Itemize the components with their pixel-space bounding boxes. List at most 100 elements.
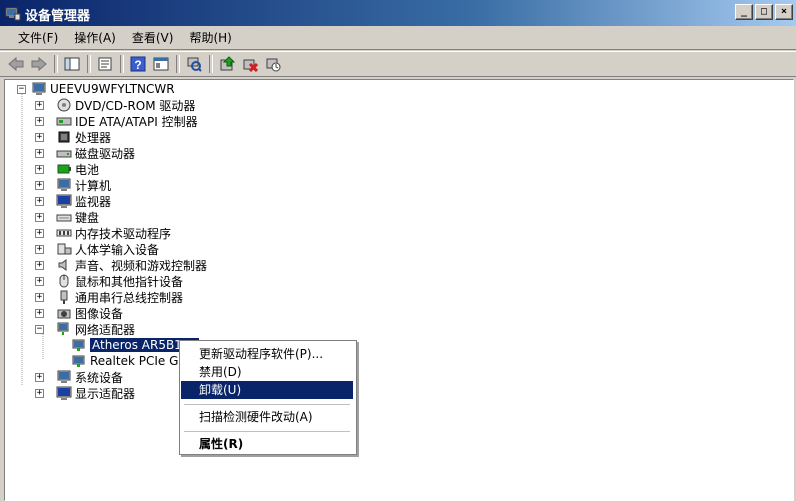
scan-hardware-icon[interactable] [184, 55, 204, 73]
menu-separator [184, 404, 350, 405]
tree-item[interactable]: 电池 [56, 161, 99, 177]
expand-toggle[interactable]: + [35, 293, 44, 302]
tree-item-label: 通用串行总线控制器 [75, 290, 184, 305]
hid-icon [57, 243, 72, 255]
memory-icon [56, 229, 72, 237]
expand-toggle[interactable]: + [35, 277, 44, 286]
expand-toggle[interactable]: + [35, 149, 44, 158]
tree-item-label: Realtek PCIe GB [90, 354, 187, 368]
tree-item-label: 计算机 [75, 178, 112, 193]
tree-item-label: 鼠标和其他指针设备 [75, 274, 184, 289]
minimize-button[interactable]: _ [735, 4, 753, 20]
tree-item-label: 声音、视频和游戏控制器 [75, 258, 208, 273]
tree-item[interactable]: 声音、视频和游戏控制器 [56, 257, 207, 273]
expand-toggle[interactable]: + [35, 389, 44, 398]
network-device-icon [72, 355, 85, 367]
show-hide-console-tree-icon[interactable] [62, 55, 82, 73]
maximize-button[interactable]: □ [755, 4, 773, 20]
network-adapter-icon [57, 322, 69, 335]
menu-help[interactable]: 帮助(H) [181, 29, 239, 46]
expand-toggle[interactable]: + [35, 261, 44, 270]
tree-item[interactable]: 人体学输入设备 [56, 241, 159, 257]
network-adapter-item[interactable]: Realtek PCIe GB [71, 353, 187, 369]
toolbar-separator [54, 55, 58, 73]
battery-icon [57, 164, 71, 174]
menu-disable[interactable]: 禁用(D) [181, 363, 353, 381]
tree-item[interactable]: 内存技术驱动程序 [56, 225, 171, 241]
forward-arrow-icon[interactable] [29, 55, 49, 73]
tree-item[interactable]: 键盘 [56, 209, 99, 225]
keyboard-icon [56, 214, 72, 222]
tree-item-label: 网络适配器 [75, 322, 136, 337]
properties-icon[interactable] [95, 55, 115, 73]
collapse-network-toggle[interactable]: − [35, 325, 44, 334]
context-menu: 更新驱动程序软件(P)... 禁用(D) 卸载(U) 扫描检测硬件改动(A) 属… [179, 340, 357, 455]
computer-icon [57, 178, 71, 191]
tree-item[interactable]: 监视器 [56, 193, 111, 209]
network-device-icon [72, 339, 85, 351]
system-devices-icon [57, 370, 71, 383]
window-title: 设备管理器 [25, 9, 91, 24]
menu-scan-hardware[interactable]: 扫描检测硬件改动(A) [181, 408, 353, 426]
tree-item-label: 监视器 [75, 194, 112, 209]
sound-icon [58, 259, 67, 271]
expand-toggle[interactable]: + [35, 373, 44, 382]
help-icon[interactable]: ? [128, 55, 148, 73]
back-arrow-icon[interactable] [6, 55, 26, 73]
tree-item[interactable]: 网络适配器 [56, 321, 135, 337]
tree-item[interactable]: 处理器 [56, 129, 111, 145]
processor-icon [58, 131, 70, 143]
tree-item[interactable]: 鼠标和其他指针设备 [56, 273, 183, 289]
tree-root-label: UEEVU9WFYLTNCWR [50, 82, 175, 96]
tree-item[interactable]: 显示适配器 [56, 385, 135, 401]
expand-toggle[interactable]: + [35, 229, 44, 238]
expand-toggle[interactable]: + [35, 197, 44, 206]
menu-bar: 文件(F) 操作(A) 查看(V) 帮助(H) [0, 26, 796, 50]
expand-toggle[interactable]: + [35, 309, 44, 318]
title-bar: 设备管理器 _ □ × [0, 0, 796, 26]
toolbar: ? [0, 51, 796, 77]
expand-toggle[interactable]: + [35, 213, 44, 222]
tree-item[interactable]: 计算机 [56, 177, 111, 193]
tree-item-label: 键盘 [75, 210, 100, 225]
tree-item[interactable]: IDE ATA/ATAPI 控制器 [56, 113, 198, 129]
menu-uninstall[interactable]: 卸载(U) [181, 381, 353, 399]
device-tree: − UEEVU9WFYLTNCWR + DVD/CD-ROM 驱动器 + IDE AT… [5, 80, 793, 500]
device-manager-window: 设备管理器 _ □ × 文件(F) 操作(A) 查看(V) 帮助(H) ? − … [0, 0, 796, 502]
uninstall-icon[interactable] [240, 55, 260, 73]
toolbar-separator [120, 55, 124, 73]
monitor-icon [56, 194, 72, 208]
expand-toggle[interactable]: + [35, 245, 44, 254]
expand-toggle[interactable]: + [35, 181, 44, 190]
tree-item-label: 磁盘驱动器 [75, 146, 136, 161]
tree-item-label: 内存技术驱动程序 [75, 226, 172, 241]
tree-item[interactable]: 图像设备 [56, 305, 123, 321]
disable-icon[interactable] [263, 55, 283, 73]
update-driver-icon[interactable] [217, 55, 237, 73]
menu-action[interactable]: 操作(A) [66, 29, 124, 46]
view-icon[interactable] [151, 55, 171, 73]
expand-toggle[interactable]: + [35, 133, 44, 142]
tree-item[interactable]: 磁盘驱动器 [56, 145, 135, 161]
device-tree-pane: − UEEVU9WFYLTNCWR + DVD/CD-ROM 驱动器 + IDE AT… [4, 79, 794, 501]
tree-item[interactable]: DVD/CD-ROM 驱动器 [56, 97, 195, 113]
menu-update-driver[interactable]: 更新驱动程序软件(P)... [181, 345, 353, 363]
tree-item[interactable]: 通用串行总线控制器 [56, 289, 183, 305]
svg-text:?: ? [134, 58, 141, 72]
close-button[interactable]: × [775, 4, 793, 20]
menu-view[interactable]: 查看(V) [124, 29, 182, 46]
menu-properties[interactable]: 属性(R) [181, 435, 353, 453]
tree-item[interactable]: 系统设备 [56, 369, 123, 385]
display-adapter-icon [56, 386, 72, 400]
tree-item-label: IDE ATA/ATAPI 控制器 [75, 114, 198, 129]
expand-toggle[interactable]: + [35, 117, 44, 126]
camera-icon [57, 309, 71, 319]
ide-controller-icon [56, 117, 72, 126]
toolbar-separator [209, 55, 213, 73]
toolbar-separator [176, 55, 180, 73]
tree-item-label: DVD/CD-ROM 驱动器 [75, 98, 196, 113]
tree-item-label: 电池 [75, 162, 100, 177]
menu-file[interactable]: 文件(F) [10, 29, 66, 46]
expand-toggle[interactable]: + [35, 101, 44, 110]
expand-toggle[interactable]: + [35, 165, 44, 174]
